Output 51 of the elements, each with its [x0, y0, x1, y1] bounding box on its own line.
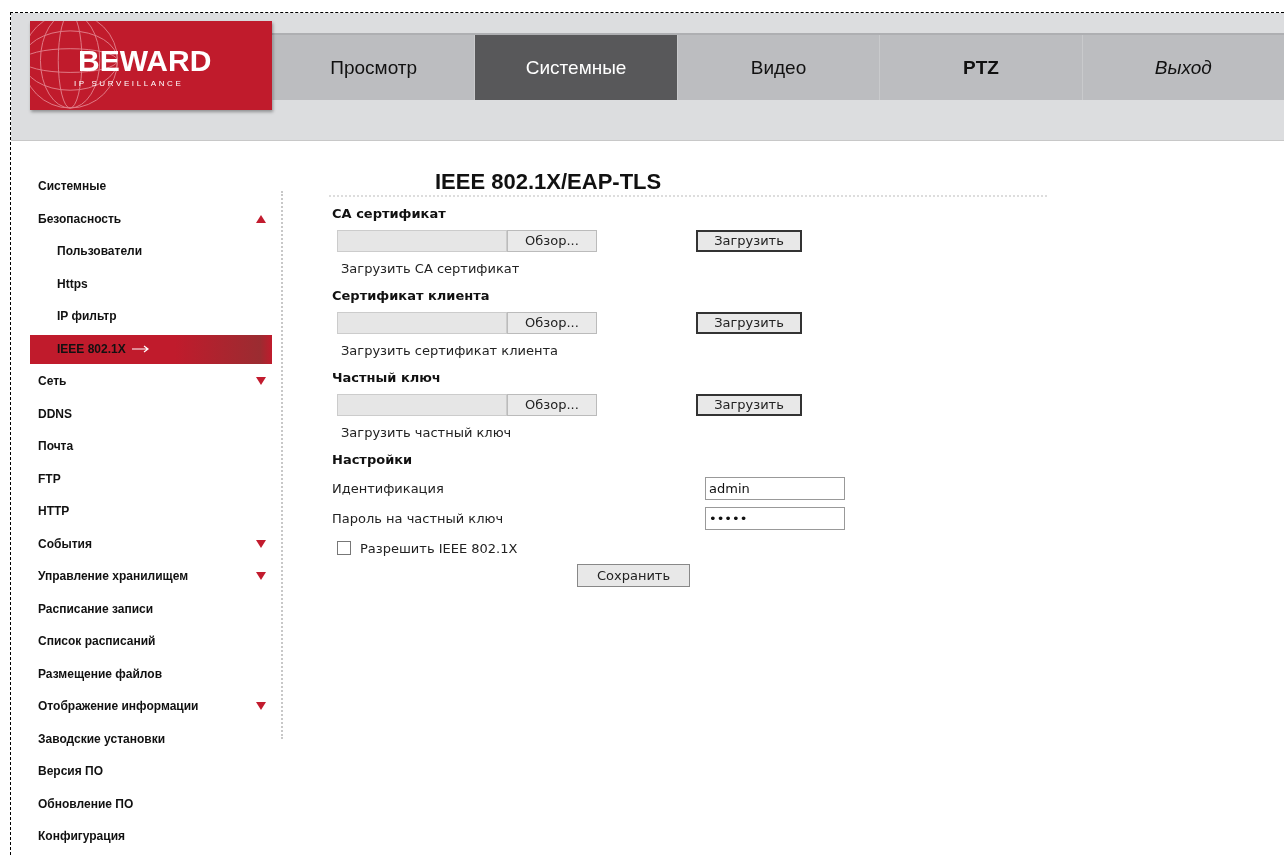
sidebar-item[interactable]: DDNS [30, 397, 272, 430]
section-heading: CA сертификат [332, 205, 447, 223]
sidebar-item[interactable]: Управление хранилищем [30, 560, 272, 593]
sidebar-item[interactable]: Версия ПО [30, 755, 272, 788]
checkbox[interactable] [337, 541, 351, 555]
sidebar-item[interactable]: Список расписаний [30, 625, 272, 658]
sidebar-item[interactable]: Https [30, 267, 272, 300]
sidebar-item[interactable]: Пользователи [30, 235, 272, 268]
sidebar-item[interactable]: Размещение файлов [30, 657, 272, 690]
save-button[interactable]: Сохранить [577, 564, 690, 587]
sidebar-item[interactable]: Расписание записи [30, 592, 272, 625]
file-path-field[interactable] [337, 229, 507, 252]
arrow-icon [131, 345, 150, 353]
sidebar-item[interactable]: IP фильтр [30, 300, 272, 333]
sidebar-item[interactable]: События [30, 527, 272, 560]
logo-brand: BEWARD [78, 45, 212, 77]
nav-tab[interactable]: PTZ [879, 35, 1082, 100]
sidebar-item[interactable]: Конфигурация [30, 820, 272, 853]
sidebar-item[interactable]: HTTP [30, 495, 272, 528]
logo-tagline: IP SURVEILLANCE [74, 79, 184, 89]
sidebar-item[interactable]: Системные [30, 170, 272, 203]
section-heading: Сертификат клиента [332, 287, 491, 305]
input-field[interactable]: admin [705, 476, 845, 500]
page-title: IEEE 802.1X/EAP-TLS [435, 169, 663, 195]
checkbox-label: Разрешить IEEE 802.1X [360, 540, 518, 556]
nav-tab[interactable]: Системные [474, 35, 677, 100]
sidebar-item[interactable]: Безопасность [30, 202, 272, 235]
upload-button[interactable]: Загрузить [696, 393, 802, 416]
upload-button[interactable]: Загрузить [696, 311, 802, 334]
sidebar-item[interactable]: Заводские установки [30, 722, 272, 755]
hint-text: Загрузить частный ключ [340, 423, 513, 442]
hint-text: Загрузить сертификат клиента [340, 341, 559, 360]
sidebar-item[interactable]: Почта [30, 430, 272, 463]
browse-button[interactable]: Обзор... [507, 311, 597, 334]
upload-button[interactable]: Загрузить [696, 229, 802, 252]
field-label: Идентификация [332, 480, 445, 496]
section-heading: Частный ключ [332, 369, 442, 387]
sidebar-item[interactable]: Сеть [30, 365, 272, 398]
sidebar-item[interactable]: FTP [30, 462, 272, 495]
nav-tab[interactable]: Видео [676, 35, 880, 100]
hint-text: Загрузить CA сертификат [340, 259, 521, 278]
field-label: Пароль на частный ключ [332, 510, 505, 526]
browse-button[interactable]: Обзор... [507, 229, 597, 252]
sidebar-item[interactable]: Отображение информации [30, 690, 272, 723]
file-path-field[interactable] [337, 311, 507, 334]
file-path-field[interactable] [337, 393, 507, 416]
input-field[interactable]: ••••• [705, 506, 845, 530]
browse-button[interactable]: Обзор... [507, 393, 597, 416]
sidebar-item[interactable]: Обновление ПО [30, 787, 272, 820]
section-heading: Настройки [332, 451, 414, 469]
nav-tab[interactable]: Выход [1081, 35, 1284, 100]
